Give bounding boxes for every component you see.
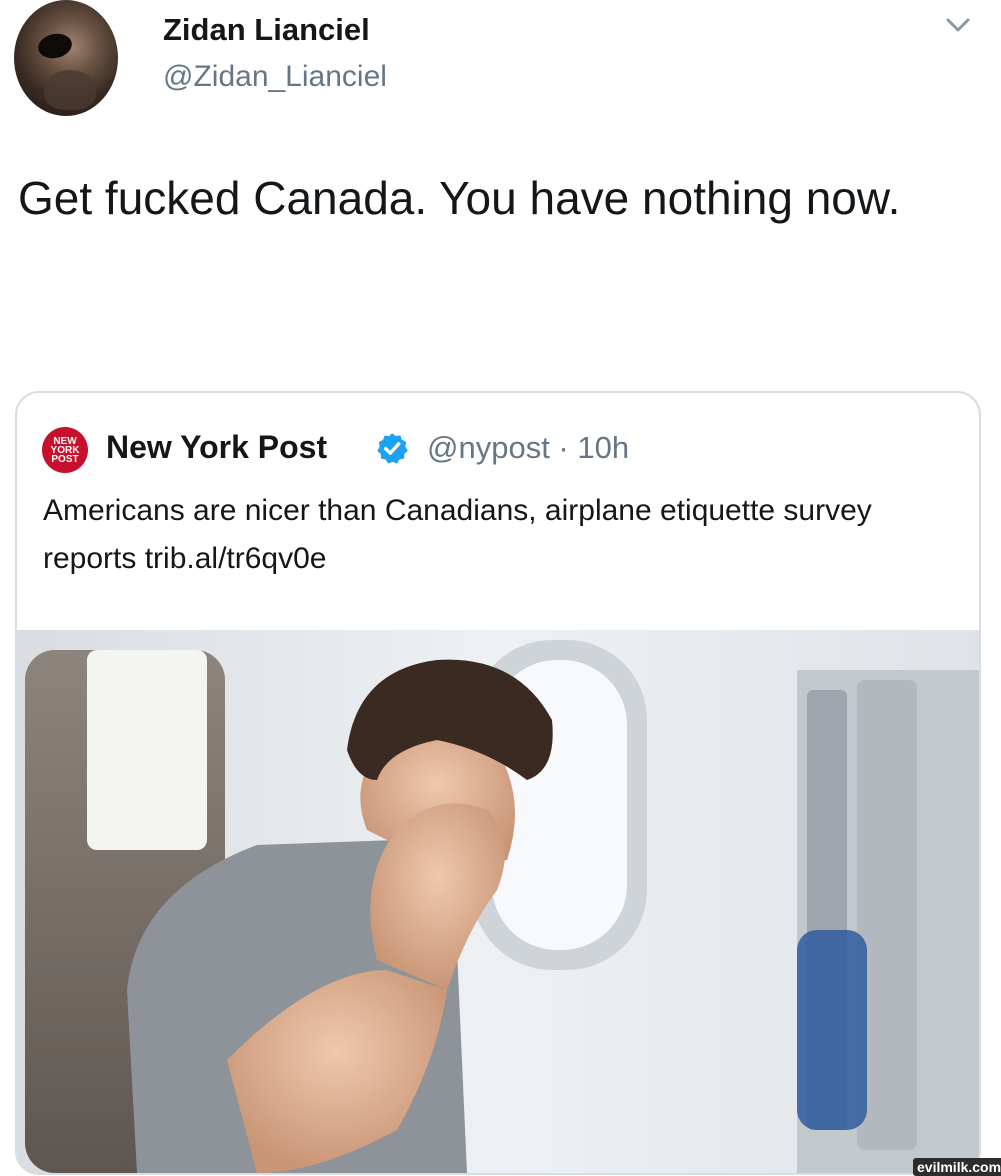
- author-handle[interactable]: @Zidan_Lianciel: [163, 60, 387, 94]
- verified-badge-icon: [377, 433, 408, 464]
- author-avatar[interactable]: [14, 0, 118, 116]
- beard: [44, 70, 96, 110]
- quoted-tweet-text: Americans are nicer than Canadians, airp…: [43, 494, 872, 575]
- tweet-text: Get fucked Canada. You have nothing now.: [18, 172, 901, 224]
- quoted-tweet-card[interactable]: NEW YORK POST New York Post @nypost · 10…: [15, 391, 981, 1175]
- watermark: evilmilk.com: [913, 1158, 1001, 1176]
- nypost-logo: NEW YORK POST: [42, 427, 88, 473]
- chevron-down-icon[interactable]: [942, 14, 974, 36]
- quoted-handle-and-time: @nypost · 10h: [427, 430, 630, 465]
- eyepatch: [35, 30, 75, 62]
- quoted-author-name[interactable]: New York Post: [106, 429, 327, 466]
- author-display-name[interactable]: Zidan Lianciel: [163, 12, 370, 48]
- article-photo[interactable]: [17, 630, 979, 1173]
